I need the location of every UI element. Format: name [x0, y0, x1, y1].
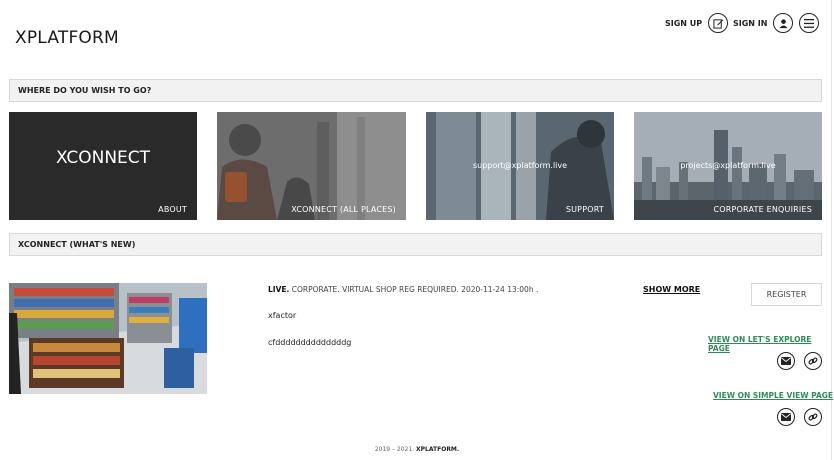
news-header: XCONNECT (WHAT'S NEW) — [9, 233, 822, 256]
tile-label: SUPPORT — [565, 205, 604, 214]
tile-all-places[interactable]: XCONNECT (ALL PLACES) — [217, 112, 406, 220]
shop-scene — [9, 283, 207, 394]
footer-brand: XPLATFORM. — [416, 446, 460, 453]
tile-label: CORPORATE ENQUIRIES — [713, 205, 812, 214]
register-button[interactable]: REGISTER — [751, 283, 822, 306]
link-icon[interactable] — [804, 408, 822, 426]
tile-about[interactable]: XCONNECT ABOUT — [9, 112, 197, 220]
menu-button[interactable] — [799, 13, 819, 33]
tile-title: XCONNECT — [55, 148, 151, 168]
show-more-link[interactable]: SHOW MORE — [643, 285, 700, 294]
tile-label: XCONNECT (ALL PLACES) — [291, 205, 396, 214]
people-photo — [217, 112, 406, 220]
footer: 2019 – 2021. XPLATFORM. — [0, 446, 834, 453]
footer-years: 2019 – 2021. — [374, 446, 415, 453]
support-email[interactable]: support@xplatform.live — [426, 161, 614, 170]
tile-support[interactable]: support@xplatform.live SUPPORT — [426, 112, 614, 220]
view-explore-link[interactable]: VIEW ON LET'S EXPLORE PAGE — [708, 335, 834, 353]
tile-label: ABOUT — [158, 205, 187, 214]
signup-label: SIGN UP — [665, 18, 703, 28]
destinations-header: WHERE DO YOU WISH TO GO? — [9, 79, 822, 102]
view-simple-link[interactable]: VIEW ON SIMPLE VIEW PAGE — [713, 391, 833, 400]
projects-email[interactable]: projects@xplatform.live — [634, 161, 822, 170]
menu-icon — [804, 18, 814, 28]
news-description: cfddddddddddddddg — [268, 338, 352, 347]
user-icon — [773, 13, 794, 33]
signin-label: SIGN IN — [733, 18, 768, 28]
link-icon[interactable] — [804, 352, 822, 370]
signup-button[interactable]: SIGN UP — [665, 13, 729, 33]
news-meta-text: CORPORATE. VIRTUAL SHOP REG REQUIRED. 20… — [289, 285, 539, 294]
news-meta: LIVE. CORPORATE. VIRTUAL SHOP REG REQUIR… — [268, 285, 538, 294]
tile-corporate[interactable]: projects@xplatform.live CORPORATE ENQUIR… — [634, 112, 822, 220]
live-status: LIVE. — [268, 285, 290, 294]
virtual-shop-image[interactable] — [9, 283, 207, 394]
site-logo[interactable]: XPLATFORM — [15, 28, 119, 48]
signin-button[interactable]: SIGN IN — [733, 13, 794, 33]
mail-icon[interactable] — [777, 352, 795, 370]
news-title: xfactor — [268, 311, 297, 320]
edit-icon — [708, 13, 729, 33]
mail-icon[interactable] — [777, 408, 795, 426]
